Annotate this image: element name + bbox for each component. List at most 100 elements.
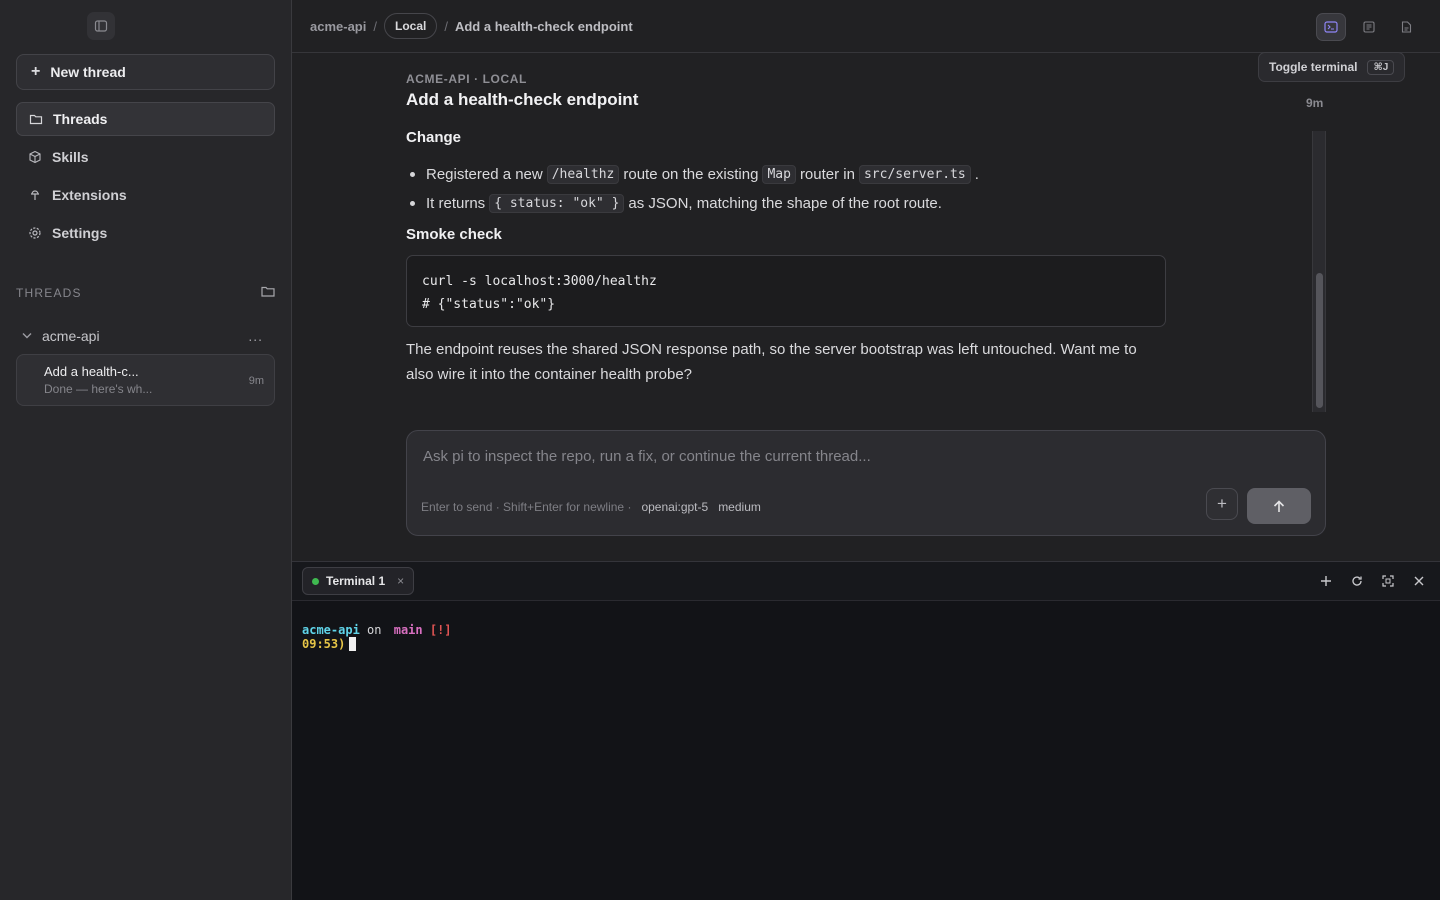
message-title: Add a health-check endpoint	[406, 90, 639, 109]
more-options-button[interactable]: ...	[248, 328, 263, 344]
breadcrumb-separator: /	[444, 18, 448, 34]
bullet-text: .	[974, 166, 979, 183]
sidebar-item-label: Threads	[53, 111, 108, 127]
scrollbar[interactable]	[1312, 131, 1326, 412]
prompt-repo: acme-api	[302, 623, 360, 637]
new-thread-label: New thread	[50, 64, 126, 80]
thread-title: Add a health-c...	[44, 364, 139, 379]
message-age: 9m	[1306, 96, 1324, 110]
toggle-panel-button[interactable]	[1354, 13, 1384, 41]
toggle-terminal-tooltip: Toggle terminal ⌘J	[1258, 52, 1406, 82]
terminal-tab[interactable]: Terminal 1 ×	[302, 567, 415, 595]
sidebar-item-extensions[interactable]: Extensions	[16, 178, 275, 212]
thread-age: 9m	[248, 375, 264, 387]
terminal-tab-label: Terminal 1	[326, 574, 386, 588]
bullet-text: route on the existing	[623, 166, 759, 183]
sidebar-item-skills[interactable]: Skills	[16, 140, 275, 174]
sidebar-item-settings[interactable]: Settings	[16, 216, 275, 250]
terminal-icon	[1324, 21, 1338, 33]
thread-group-name: acme-api	[42, 328, 100, 344]
section-heading-change: Change	[406, 129, 462, 146]
close-tab-button[interactable]: ×	[397, 574, 404, 588]
plus-icon: +	[31, 63, 41, 80]
send-button[interactable]	[1247, 488, 1311, 524]
top-bar: acme-api / Local / Add a health-check en…	[292, 0, 1440, 53]
thread-list-item[interactable]: Add a health-c... Done — here's wh... 9m	[16, 354, 275, 406]
add-attachment-button[interactable]: +	[1206, 488, 1238, 520]
shortcut-badge: ⌘J	[1367, 59, 1395, 75]
cube-icon	[28, 150, 42, 164]
prompt-flag: [!]	[429, 623, 452, 637]
sidebar-item-threads[interactable]: Threads	[16, 102, 275, 136]
status-dot	[312, 577, 319, 585]
breadcrumb-env[interactable]: Local	[384, 13, 438, 39]
send-hint: Enter to send · Shift+Enter for newline …	[421, 500, 632, 514]
breadcrumb-separator: /	[373, 18, 377, 34]
code-line: # {"status":"ok"}	[422, 297, 556, 312]
folder-add-icon[interactable]	[261, 285, 275, 301]
maximize-terminal-button[interactable]	[1378, 571, 1398, 591]
sidebar-nav: Threads Skills Extensions Settings	[16, 102, 275, 254]
composer[interactable]: Ask pi to inspect the repo, run a fix, o…	[406, 430, 1326, 536]
prompt-time: 09:53)	[302, 637, 346, 651]
tooltip-label: Toggle terminal	[1269, 60, 1358, 74]
bullet-text: It returns	[426, 195, 486, 212]
arrow-up-icon	[1273, 499, 1285, 512]
new-terminal-button[interactable]	[1316, 571, 1336, 591]
model-selector[interactable]: openai:gpt-5	[641, 500, 708, 514]
toggle-terminal-button[interactable]	[1316, 13, 1346, 41]
chevron-down-icon	[22, 330, 32, 342]
close-terminal-button[interactable]	[1409, 571, 1429, 591]
prompt-input[interactable]: Ask pi to inspect the repo, run a fix, o…	[423, 448, 871, 465]
new-thread-button[interactable]: + New thread	[16, 54, 275, 90]
inline-code: src/server.ts	[858, 165, 971, 184]
assistant-message: ACME-API · LOCAL Add a health-check endp…	[406, 72, 1166, 383]
file-icon	[1401, 21, 1411, 33]
terminal-tab-bar: Terminal 1 ×	[292, 562, 1440, 601]
message-eyebrow: ACME-API · LOCAL	[406, 72, 527, 86]
terminal-output[interactable]: acme-api on main [!] 09:53)	[302, 623, 452, 651]
thread-group-acme-api[interactable]: acme-api ...	[16, 324, 275, 348]
breadcrumb-title: Add a health-check endpoint	[454, 18, 633, 34]
scrollbar-thumb[interactable]	[1316, 273, 1323, 408]
bullet-text: Registered a new	[426, 166, 543, 183]
maximize-icon	[1382, 575, 1394, 587]
prompt-branch: main	[393, 623, 423, 637]
breadcrumb-repo[interactable]: acme-api	[310, 19, 366, 34]
panel-icon	[1363, 21, 1375, 33]
inline-code: /healthz	[546, 165, 620, 184]
effort-selector[interactable]: medium	[718, 500, 761, 514]
sidebar: + New thread Threads Skills Extensions S…	[0, 0, 292, 900]
list-item: It returns { status: "ok" } as JSON, mat…	[406, 189, 1166, 218]
threads-section-header: THREADS	[16, 285, 275, 301]
bullet-text: as JSON, matching the shape of the root …	[628, 195, 942, 212]
composer-hints: Enter to send · Shift+Enter for newline …	[421, 500, 761, 514]
sidebar-item-label: Settings	[52, 225, 108, 241]
threads-heading: THREADS	[16, 286, 82, 300]
section-heading-smoke-check: Smoke check	[406, 226, 502, 243]
terminal-panel: Terminal 1 × acme-api on main [!] 09:53)	[292, 561, 1440, 900]
toggle-file-button[interactable]	[1391, 13, 1421, 41]
message-paragraph: The endpoint reuses the shared JSON resp…	[406, 341, 1137, 383]
inline-code: Map	[762, 165, 796, 184]
bullet-text: router in	[799, 166, 855, 183]
code-block: curl -s localhost:3000/healthz # {"status…	[406, 255, 1166, 327]
folder-icon	[29, 112, 43, 126]
sidebar-item-label: Skills	[52, 149, 89, 165]
close-icon	[1414, 576, 1424, 586]
change-list: Registered a new /healthz route on the e…	[406, 160, 1166, 218]
prompt-line: 09:53)	[302, 637, 452, 651]
list-item: Registered a new /healthz route on the e…	[406, 160, 1166, 189]
inline-code: { status: "ok" }	[489, 194, 625, 213]
prompt-on: on	[367, 623, 382, 637]
plus-icon: +	[1217, 494, 1227, 513]
prompt-line: acme-api on main [!]	[302, 623, 452, 637]
plug-icon	[28, 188, 42, 202]
collapse-sidebar-button[interactable]	[87, 12, 115, 40]
gear-icon	[28, 226, 42, 240]
sidebar-toggle-icon	[94, 20, 108, 32]
plus-icon	[1321, 576, 1331, 586]
code-line: curl -s localhost:3000/healthz	[422, 274, 657, 289]
thread-preview: Done — here's wh...	[44, 382, 153, 396]
restart-terminal-button[interactable]	[1347, 571, 1367, 591]
